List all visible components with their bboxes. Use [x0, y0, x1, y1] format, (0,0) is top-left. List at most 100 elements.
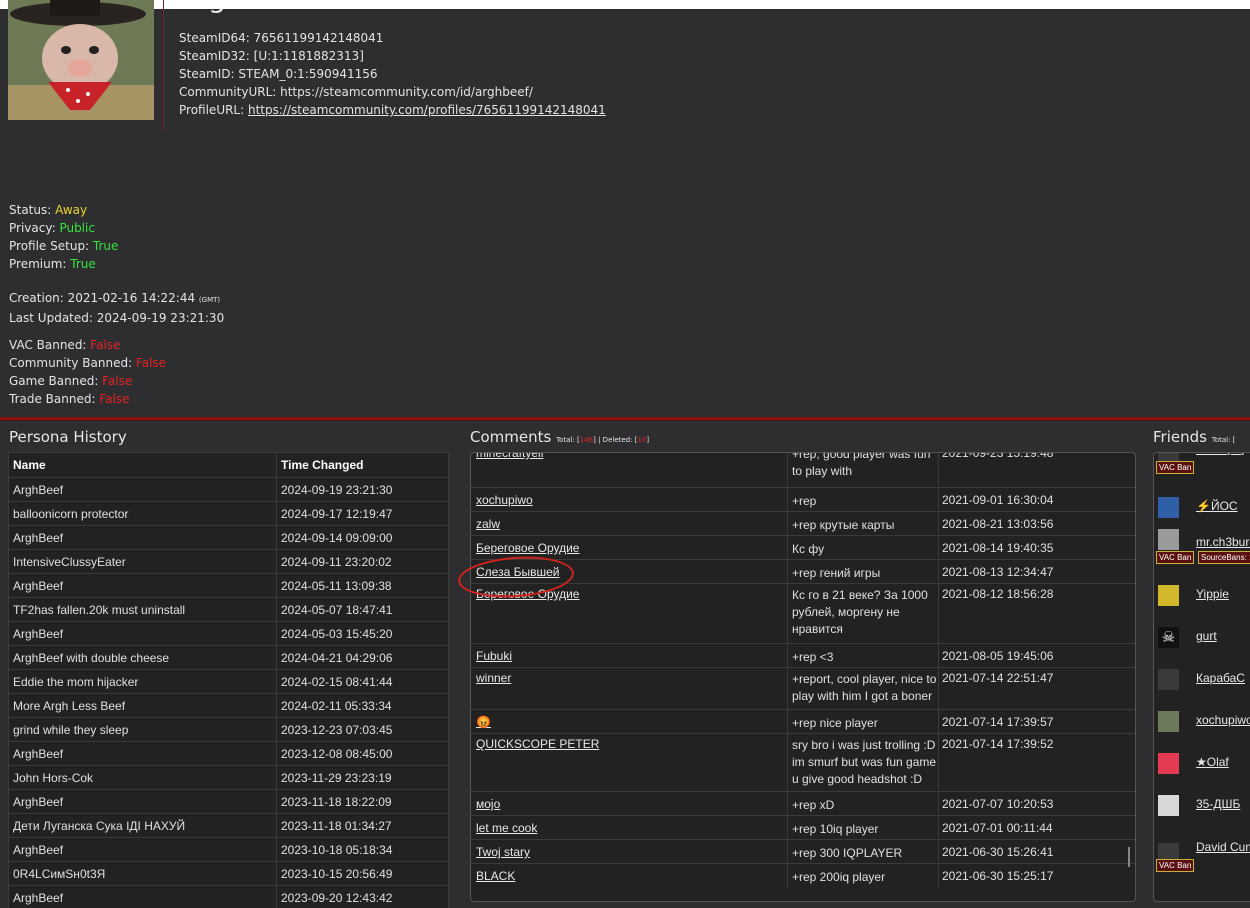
updated-label: Last Updated: [9, 311, 97, 325]
friend-row: 35-ДШБ [1154, 787, 1250, 829]
column-separator [787, 536, 788, 560]
shield-icon[interactable] [1158, 795, 1179, 816]
privacy-value: Public [59, 221, 95, 235]
comments-title: Comments [470, 428, 552, 446]
comment-author-link[interactable]: Twoj stary [476, 845, 530, 859]
friends-panel[interactable]: ƊƐƁƦƛƦVAC Ban⚡ЙОСmr.ch3bureVAC BanSource… [1153, 452, 1250, 902]
friend-row: ⚡ЙОС [1154, 481, 1250, 523]
friend-row: ☠ gurt [1154, 621, 1250, 663]
persona-header-row: Name Time Changed [8, 452, 449, 478]
status-value: Away [55, 203, 88, 217]
privacy-row: Privacy: Public [9, 219, 118, 237]
persona-row: ArghBeef 2023-12-08 08:45:00 [8, 741, 449, 766]
persona-name-cell: balloonicorn protector [8, 501, 277, 526]
friends-title: Friends [1153, 428, 1207, 446]
comments-scrollbar[interactable] [1128, 847, 1130, 867]
premium-row: Premium: True [9, 255, 118, 273]
comment-text: +rep 200iq player [792, 870, 886, 884]
persona-row: ArghBeef 2024-05-03 15:45:20 [8, 621, 449, 646]
ban-label: Community Banned: [9, 356, 136, 370]
comment-date: 2021-08-12 18:56:28 [942, 587, 1054, 601]
persona-name-cell: John Hors-Cok [8, 765, 277, 790]
friend-avatar[interactable] [1158, 497, 1179, 518]
friend-row: ★Olaf [1154, 747, 1250, 789]
persona-time-cell: 2023-11-29 23:23:19 [276, 765, 449, 790]
comment-author-link[interactable]: Fubuki [476, 649, 512, 663]
friend-name-link[interactable]: mr.ch3bure [1196, 535, 1250, 549]
friend-avatar[interactable] [1158, 711, 1179, 732]
friend-name-link[interactable]: ★Olaf [1196, 755, 1229, 769]
persona-time-cell: 2024-05-11 13:09:38 [276, 573, 449, 598]
friend-row: Yippie [1154, 579, 1250, 621]
friend-row: xochupiwo [1154, 705, 1250, 747]
friend-name-link[interactable]: КарабаС [1196, 671, 1245, 685]
friend-name-link[interactable]: gurt [1196, 629, 1217, 643]
friend-avatar[interactable] [1158, 669, 1179, 690]
friend-name-link[interactable]: 35-ДШБ [1196, 797, 1240, 811]
setup-row: Profile Setup: True [9, 237, 118, 255]
friend-name-link[interactable]: Yippie [1196, 587, 1229, 601]
profile-url-link[interactable]: https://steamcommunity.com/profiles/7656… [248, 103, 606, 117]
creation-value: 2021-02-16 14:22:44 [67, 291, 196, 305]
game-ban-row: Game Banned: False [9, 372, 166, 390]
comment-author-link[interactable]: winner [476, 671, 511, 685]
section-divider-shadow [0, 420, 1250, 421]
comment-row: zalw +rep крутые карты 2021-08-21 13:03:56 [471, 511, 1135, 536]
ban-label: VAC Banned: [9, 338, 91, 352]
column-separator [787, 560, 788, 584]
vac-ban-row: VAC Banned: False [9, 336, 166, 354]
comments-panel[interactable]: minecraftyell +rep, good player was fun t… [470, 452, 1136, 902]
friend-name-link[interactable]: xochupiwo [1196, 713, 1250, 727]
steamid64: SteamID64: 76561199142148041 [179, 31, 384, 45]
friend-avatar[interactable] [1158, 585, 1179, 606]
persona-name-cell: grind while they sleep [8, 717, 277, 742]
pig-cowboy-image [8, 0, 154, 120]
comment-row: BLACK +rep 200iq player 2021-06-30 15:25:1… [471, 863, 1135, 888]
comment-author-link[interactable]: 😡 [476, 715, 491, 729]
comment-date: 2021-09-23 15:19:48 [942, 452, 1054, 460]
ban-label: Game Banned: [9, 374, 103, 388]
ban-label: Trade Banned: [9, 392, 100, 406]
comment-author-link[interactable]: Береговое Орудие [476, 541, 579, 555]
deleted-label: ] | Deleted: [ [593, 436, 638, 444]
friend-row: mr.ch3bureVAC BanSourceBans: 1 [1154, 523, 1250, 565]
column-separator [787, 710, 788, 734]
friend-avatar[interactable] [1158, 529, 1179, 550]
comment-date: 2021-07-14 17:39:57 [942, 715, 1054, 729]
comment-author-link[interactable]: xochupiwo [476, 493, 533, 507]
comment-author-link[interactable]: minecraftyell [476, 453, 543, 460]
comment-text: +rep гений игры [792, 566, 881, 580]
friend-name-link[interactable]: ƊƐƁƦƛƦ [1196, 453, 1244, 456]
comment-author-link[interactable]: zalw [476, 517, 500, 531]
comment-row: мојо +rep xD 2021-07-07 10:20:53 [471, 791, 1135, 816]
comment-author-link[interactable]: BLACK [476, 869, 515, 883]
comment-author-link[interactable]: let me cook [476, 821, 537, 835]
comment-author-link[interactable]: QUICKSCOPE PETER [476, 737, 599, 751]
status-label: Status: [9, 203, 56, 217]
comment-date: 2021-08-14 19:40:35 [942, 541, 1054, 555]
persona-row: ArghBeef 2024-09-19 23:21:30 [8, 477, 449, 502]
comment-author-link[interactable]: мојо [476, 797, 500, 811]
persona-row: ArghBeef 2023-10-18 05:18:34 [8, 837, 449, 862]
friend-name-link[interactable]: David Cum [1196, 840, 1250, 854]
comment-row: winner +report, cool player, nice to play… [471, 667, 1135, 710]
comment-date: 2021-06-30 15:25:17 [942, 869, 1054, 883]
friend-name-link[interactable]: ⚡ЙОС [1196, 499, 1238, 513]
status-row: Status: Away [9, 201, 118, 219]
comment-row: let me cook +rep 10iq player 2021-07-01 00… [471, 815, 1135, 840]
updated-row: Last Updated: 2024-09-19 23:21:30 [9, 309, 224, 327]
comment-text: +rep <3 [792, 650, 834, 664]
setup-value: True [92, 239, 119, 253]
comment-row: xochupiwo +rep 2021-09-01 16:30:04 [471, 487, 1135, 512]
ban-value: False [135, 356, 167, 370]
skull-icon[interactable]: ☠ [1158, 627, 1179, 648]
persona-time-cell: 2023-10-15 20:56:49 [276, 861, 449, 886]
persona-name-cell: ArghBeef [8, 621, 277, 646]
friend-avatar[interactable] [1158, 753, 1179, 774]
persona-name-cell: ArghBeef [8, 885, 277, 908]
community-url: CommunityURL: https://steamcommunity.com… [179, 85, 533, 99]
updated-value: 2024-09-19 23:21:30 [96, 311, 225, 325]
comment-date: 2021-06-30 15:26:41 [942, 845, 1054, 859]
comment-text: +rep крутые карты [792, 518, 895, 532]
ban-value: False [99, 392, 130, 406]
